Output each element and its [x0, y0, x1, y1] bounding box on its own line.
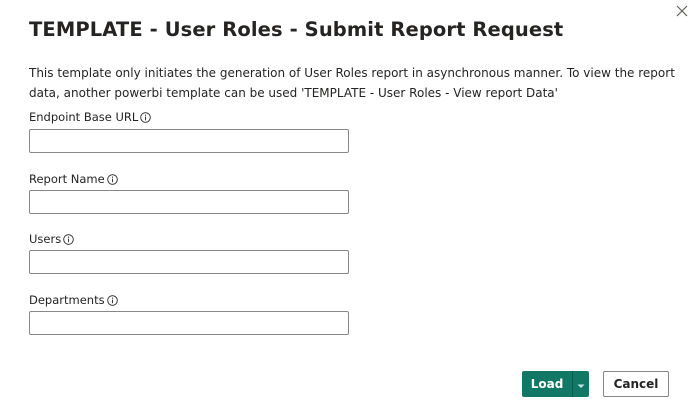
endpoint-base-url-label-text: Endpoint Base URL — [29, 110, 139, 124]
users-label: Users — [29, 232, 74, 246]
dialog-title: TEMPLATE - User Roles - Submit Report Re… — [29, 18, 564, 41]
departments-label-text: Departments — [29, 293, 105, 307]
dialog-description: This template only initiates the generat… — [29, 66, 675, 100]
info-icon[interactable] — [63, 233, 74, 245]
users-input[interactable] — [29, 250, 349, 274]
load-dropdown-button[interactable] — [572, 371, 589, 397]
info-icon[interactable] — [106, 173, 118, 185]
info-icon[interactable] — [106, 294, 118, 306]
close-button[interactable] — [673, 2, 691, 20]
dialog: TEMPLATE - User Roles - Submit Report Re… — [0, 0, 697, 414]
report-name-label-text: Report Name — [29, 172, 105, 186]
departments-label: Departments — [29, 293, 118, 307]
close-icon — [673, 2, 691, 20]
report-name-input[interactable] — [29, 190, 349, 214]
load-split-button: Load — [522, 371, 589, 397]
endpoint-base-url-label: Endpoint Base URL — [29, 110, 152, 124]
cancel-button[interactable]: Cancel — [603, 371, 669, 397]
load-button[interactable]: Load — [522, 371, 572, 397]
users-label-text: Users — [29, 232, 62, 246]
report-name-label: Report Name — [29, 172, 118, 186]
info-icon[interactable] — [140, 111, 152, 123]
endpoint-base-url-input[interactable] — [29, 129, 349, 153]
chevron-down-icon — [577, 377, 585, 392]
departments-input[interactable] — [29, 311, 349, 335]
